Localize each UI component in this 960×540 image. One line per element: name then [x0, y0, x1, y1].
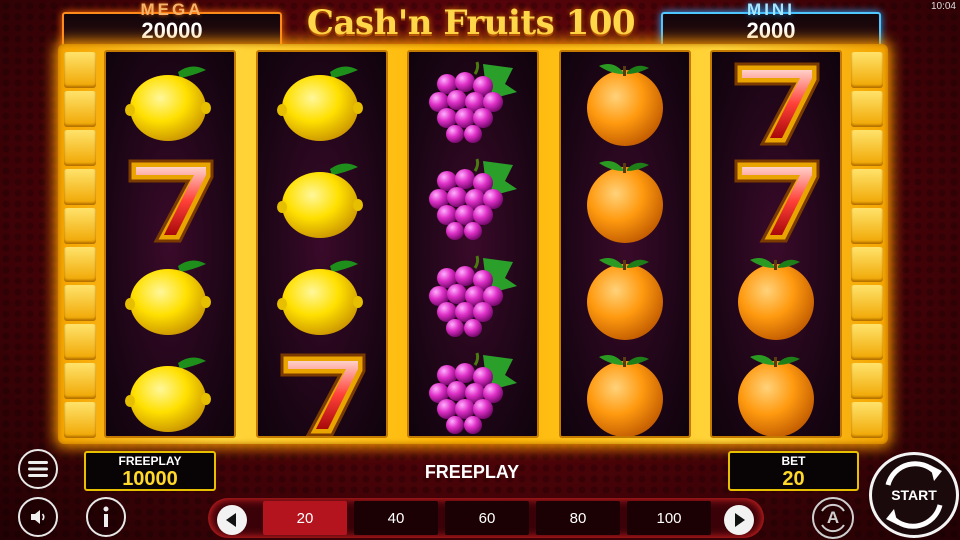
lemon-symbol	[258, 151, 386, 248]
status-clock: 10:04	[930, 1, 956, 12]
freeplay-balance-value: 10000	[122, 468, 178, 490]
lemon-symbol	[258, 248, 386, 345]
reel-5	[710, 50, 842, 438]
mega-jackpot: MEGA 20000	[62, 0, 282, 48]
grapes-symbol	[409, 54, 537, 151]
bet-option-20[interactable]: 20	[263, 501, 347, 535]
sound-button[interactable]	[18, 497, 58, 537]
orange-symbol	[712, 248, 840, 345]
seven-symbol	[712, 54, 840, 151]
menu-button[interactable]	[18, 449, 58, 489]
bet-option-40[interactable]: 40	[354, 501, 438, 535]
autoplay-icon	[821, 504, 845, 532]
reel-3	[407, 50, 539, 438]
orange-symbol	[712, 345, 840, 436]
freeplay-balance-box: FREEPLAY 10000	[84, 451, 216, 491]
bet-box: BET 20	[728, 451, 859, 491]
arrow-left-icon	[226, 513, 236, 527]
reel-2	[256, 50, 388, 438]
sound-icon	[31, 510, 45, 524]
bet-decrease-button[interactable]	[217, 505, 247, 535]
bet-increase-button[interactable]	[724, 505, 754, 535]
grapes-symbol	[409, 151, 537, 248]
menu-icon	[28, 461, 48, 477]
bet-label: BET	[781, 454, 806, 468]
seven-symbol	[258, 345, 386, 436]
orange-symbol	[561, 248, 689, 345]
mini-jackpot: MINI 2000	[661, 0, 881, 48]
game-title: Cash'n Fruits 100	[306, 3, 636, 43]
reel-1	[104, 50, 236, 438]
right-payline-bar	[849, 50, 885, 440]
grapes-symbol	[409, 345, 537, 436]
orange-symbol	[561, 54, 689, 151]
lemon-symbol	[106, 345, 234, 436]
lemon-symbol	[106, 248, 234, 345]
lemon-symbol	[106, 54, 234, 151]
bet-option-80[interactable]: 80	[536, 501, 620, 535]
mini-jackpot-label: MINI	[747, 0, 795, 19]
mega-jackpot-label: MEGA	[140, 0, 204, 19]
reel-4	[559, 50, 691, 438]
orange-symbol	[561, 345, 689, 436]
arrow-right-icon	[735, 513, 745, 527]
start-button[interactable]: START	[869, 452, 959, 538]
autoplay-button[interactable]: A	[812, 497, 854, 539]
lemon-symbol	[258, 54, 386, 151]
freeplay-status-text: FREEPLAY	[424, 462, 520, 482]
start-label: START	[891, 487, 937, 503]
left-payline-bar	[62, 50, 98, 440]
info-button[interactable]	[86, 497, 126, 537]
mini-jackpot-value: 2000	[746, 18, 796, 43]
seven-symbol	[712, 151, 840, 248]
freeplay-balance-label: FREEPLAY	[118, 454, 182, 468]
orange-symbol	[561, 151, 689, 248]
info-icon	[103, 506, 109, 527]
bet-value: 20	[782, 468, 805, 490]
bet-option-60[interactable]: 60	[445, 501, 529, 535]
mega-jackpot-value: 20000	[141, 18, 203, 43]
seven-symbol	[106, 151, 234, 248]
bet-option-100[interactable]: 100	[627, 501, 711, 535]
grapes-symbol	[409, 248, 537, 345]
